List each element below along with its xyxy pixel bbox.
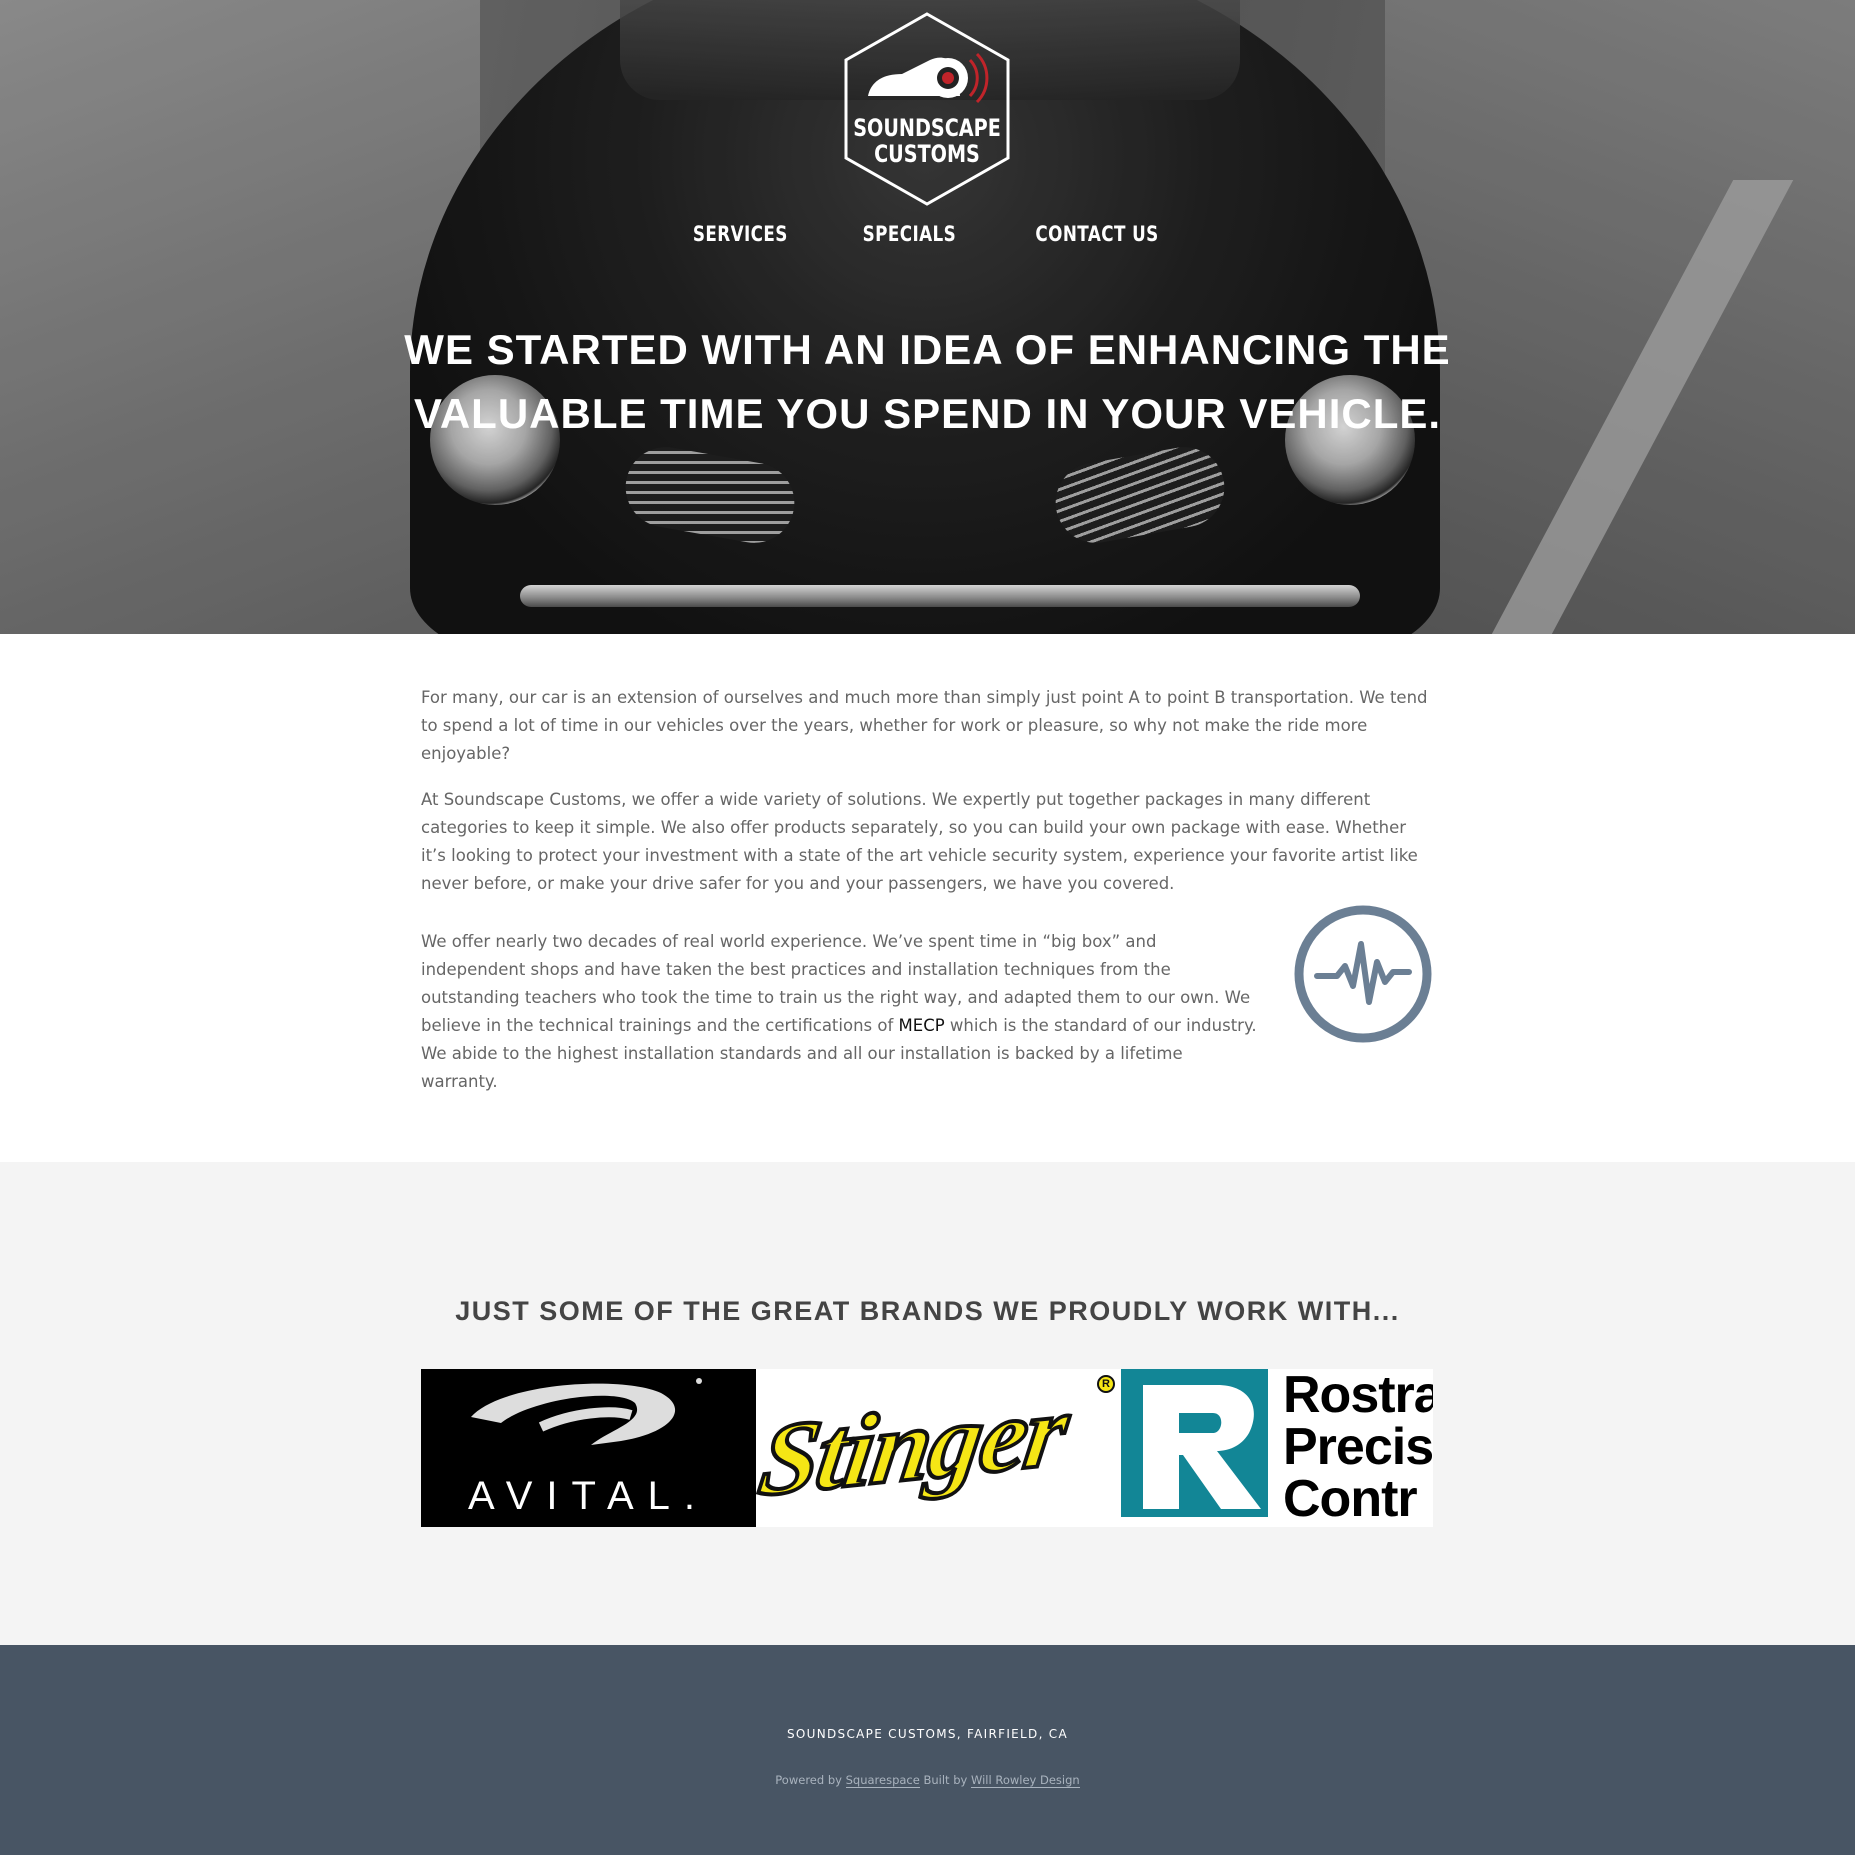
powered-by-label: Powered by [775,1773,842,1787]
footer-credits: Powered by Squarespace Built by Will Row… [0,1773,1855,1788]
hero-banner: SOUNDSCAPE CUSTOMS SERVICES SPECIALS CON… [0,0,1855,634]
about-paragraph-1: For many, our car is an extension of our… [421,688,1428,763]
about-paragraph-3: We offer nearly two decades of real worl… [421,928,1261,1096]
nav-specials[interactable]: SPECIALS [863,222,956,246]
brand-logo-stinger[interactable]: Stinger R [756,1369,1121,1527]
stinger-wordmark: Stinger [756,1371,1075,1521]
logo-hexagon-icon: SOUNDSCAPE CUSTOMS [844,12,1010,206]
designer-link[interactable]: Will Rowley Design [970,1773,1080,1788]
rostra-r-icon [1121,1369,1268,1517]
site-footer: SOUNDSCAPE CUSTOMS, FAIRFIELD, CA Powere… [0,1645,1855,1855]
nav-services[interactable]: SERVICES [693,222,788,246]
rostra-line-1: Rostra [1283,1369,1433,1424]
hero-title-line2: VALUABLE TIME YOU SPEND IN YOUR VEHICLE. [413,390,1442,437]
built-by-label: Built by [923,1773,968,1787]
about-paragraph-2: At Soundscape Customs, we offer a wide v… [421,790,1418,893]
hero-title-line1: WE STARTED WITH AN IDEA OF ENHANCING THE [404,326,1451,373]
mecp-link[interactable]: MECP [899,1016,945,1035]
site-logo[interactable]: SOUNDSCAPE CUSTOMS [842,12,1012,206]
logo-line1: SOUNDSCAPE [853,115,1001,143]
brands-section: JUST SOME OF THE GREAT BRANDS WE PROUDLY… [0,1162,1855,1645]
rostra-wordmark: Rostra Precis Contr [1283,1369,1433,1525]
registered-mark: R [1097,1375,1115,1393]
avital-wordmark: AVITAL. [467,1474,709,1518]
brand-logo-row: AVITAL. Stinger R Rostra Precis Contr [421,1369,1433,1527]
rostra-line-2: Precis [1283,1418,1433,1476]
logo-line2: CUSTOMS [874,141,980,169]
squarespace-link[interactable]: Squarespace [845,1773,920,1788]
brand-logo-avital[interactable]: AVITAL. [421,1369,756,1527]
brand-logo-rostra[interactable]: Rostra Precis Contr [1121,1369,1433,1527]
rostra-line-3: Contr [1283,1470,1418,1527]
footer-address: SOUNDSCAPE CUSTOMS, FAIRFIELD, CA [786,1727,1068,1741]
brands-heading: JUST SOME OF THE GREAT BRANDS WE PROUDLY… [455,1296,1400,1326]
nav-contact-us[interactable]: CONTACT US [1036,222,1159,246]
main-nav: SERVICES SPECIALS CONTACT US [0,222,1855,246]
hero-title: WE STARTED WITH AN IDEA OF ENHANCING THE… [0,318,1855,446]
about-section: For many, our car is an extension of our… [421,684,1433,1114]
avital-swoosh-icon [471,1378,702,1445]
pulse-icon [1294,905,1432,1043]
